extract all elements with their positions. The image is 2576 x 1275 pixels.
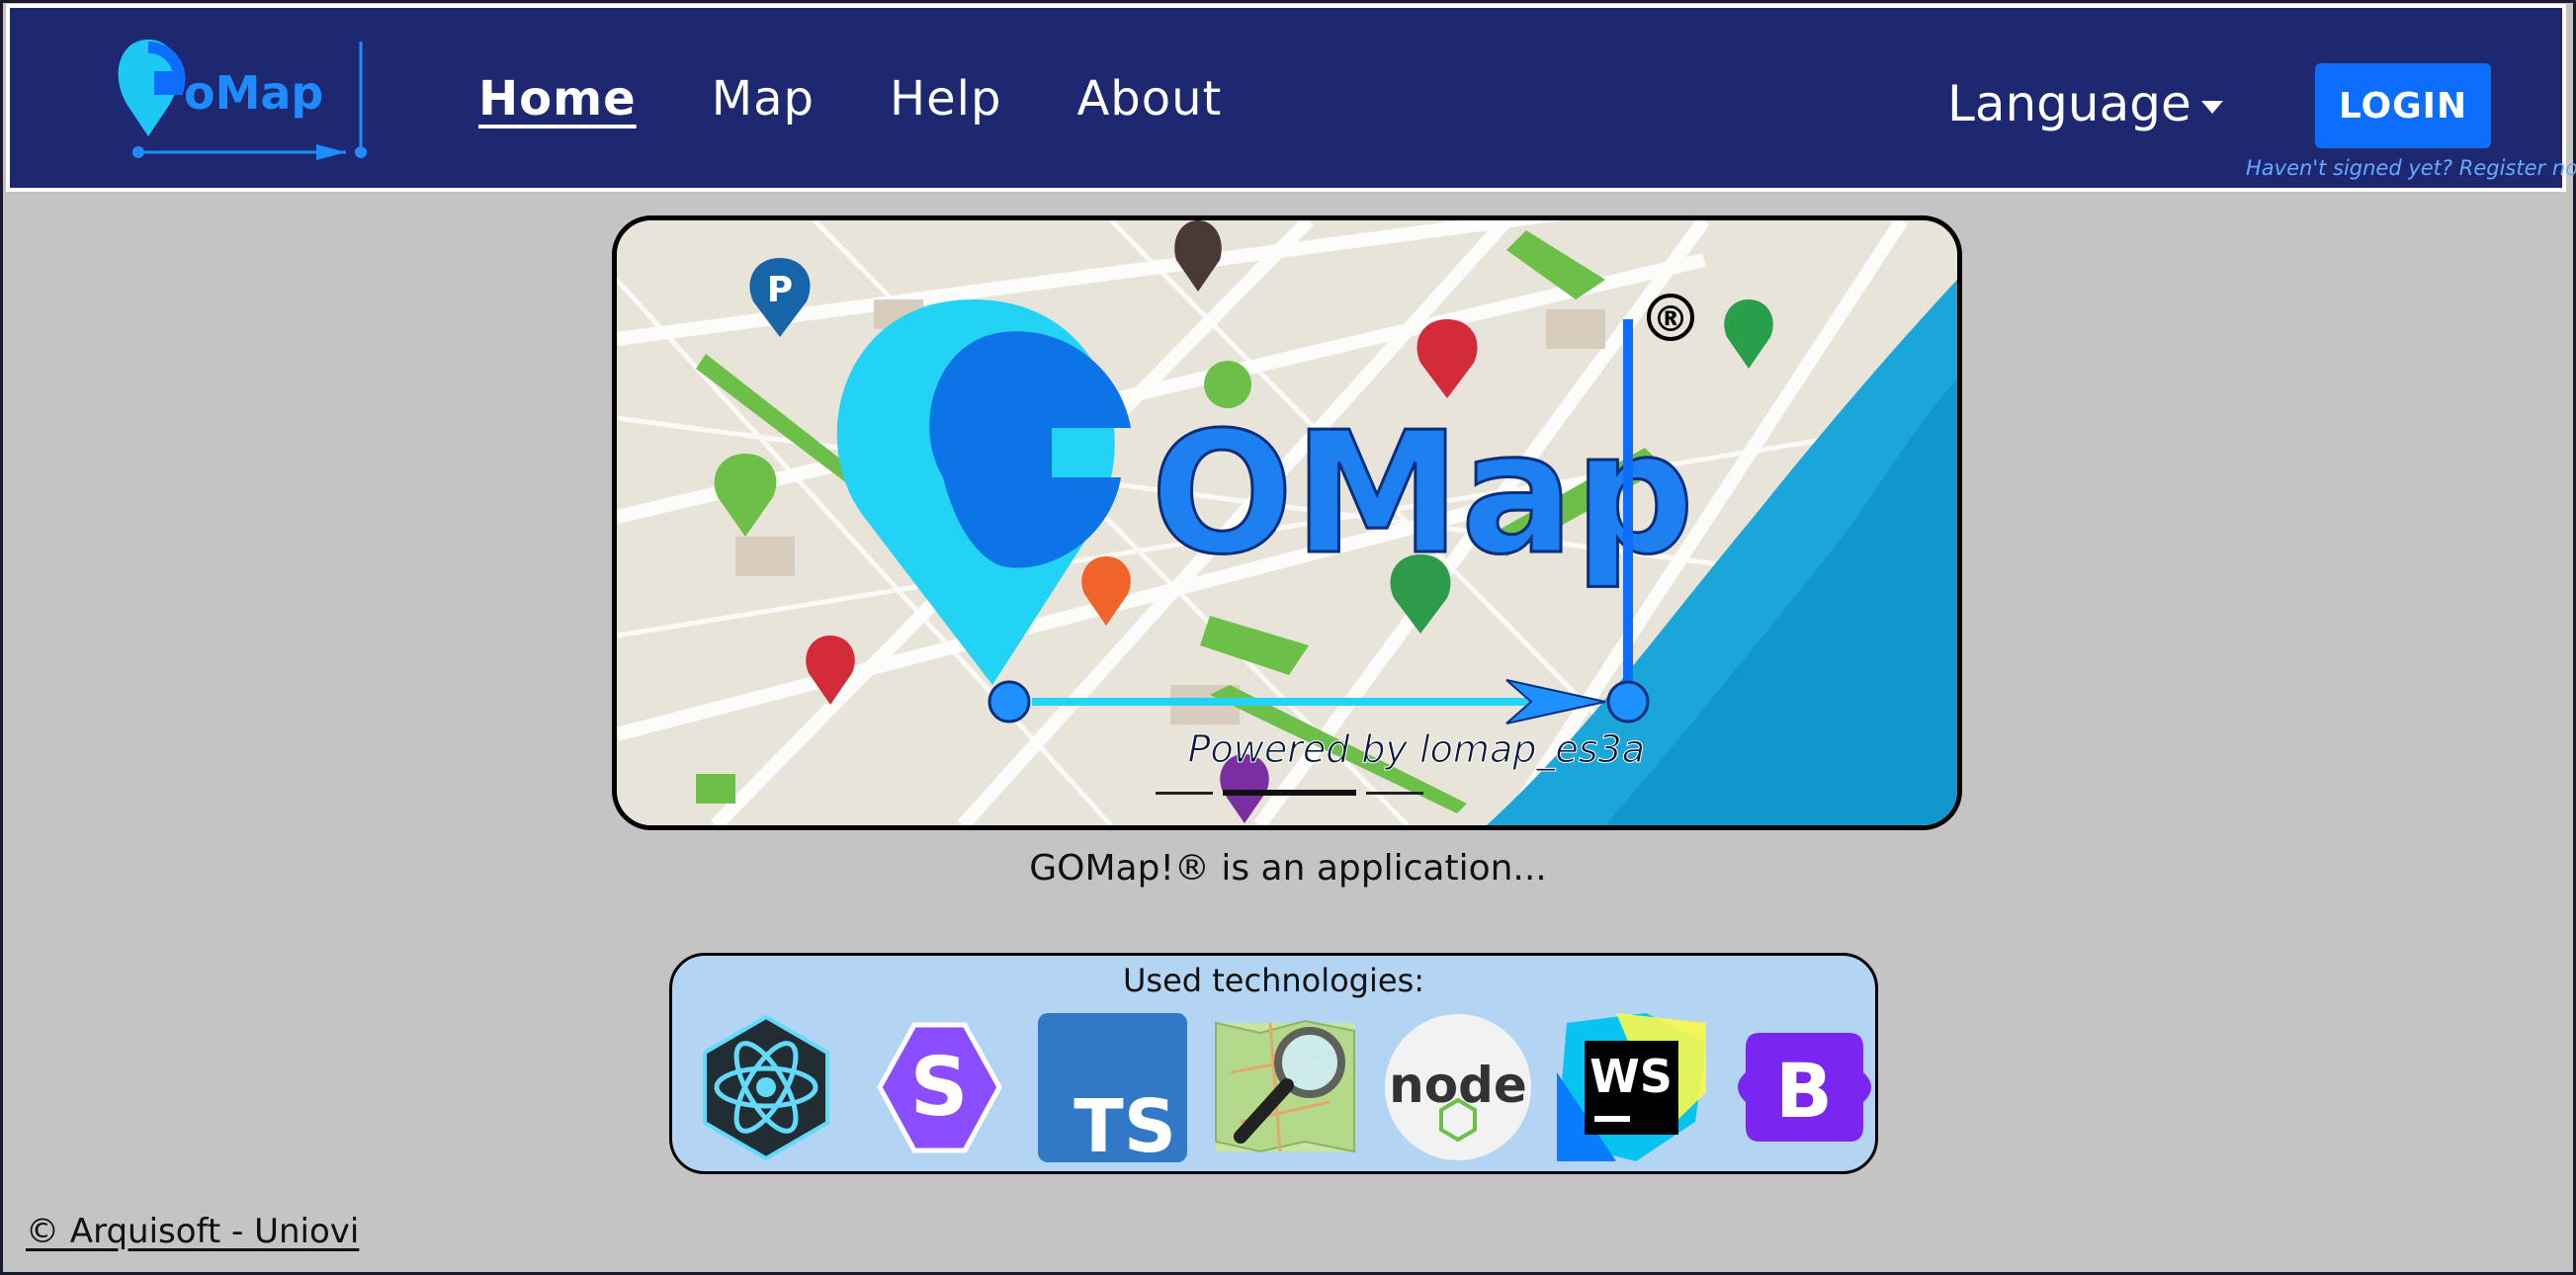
svg-text:®: ® [1653, 299, 1688, 340]
nav-about-link[interactable]: About [1076, 71, 1222, 127]
technologies-title: Used technologies: [1122, 962, 1425, 999]
svg-text:S: S [909, 1041, 968, 1135]
solid-icon: S [877, 1022, 1002, 1153]
svg-text:TS: TS [1073, 1084, 1176, 1162]
nav-map-link[interactable]: Map [712, 71, 815, 127]
svg-text:oMap: oMap [184, 66, 323, 120]
technologies-list: S TS node WS B [692, 1013, 1879, 1162]
svg-text:OMap: OMap [1151, 396, 1694, 592]
language-dropdown[interactable]: Language [1947, 75, 2223, 132]
footer-copyright[interactable]: © Arquisoft - Uniovi [26, 1212, 359, 1251]
webstorm-icon: WS [1557, 1013, 1706, 1161]
carousel-indicator-active[interactable] [1223, 790, 1356, 796]
react-icon [703, 1014, 829, 1161]
app-description: GOMap!® is an application... [1029, 848, 1547, 889]
svg-text:P: P [767, 270, 793, 310]
nav-home-link[interactable]: Home [478, 71, 637, 127]
bootstrap-icon: B [1738, 1033, 1871, 1142]
language-label: Language [1947, 75, 2191, 132]
carousel-indicator[interactable] [1366, 792, 1423, 795]
svg-text:node: node [1389, 1057, 1527, 1114]
register-link[interactable]: Haven't signed yet? Register now! [2246, 156, 2576, 180]
caret-down-icon [2200, 100, 2223, 114]
nav-help-link[interactable]: Help [890, 71, 1001, 127]
svg-text:B: B [1775, 1047, 1833, 1135]
openstreetmap-icon [1215, 1019, 1355, 1153]
top-navbar: oMap Home Map Help About Language LOGIN … [6, 4, 2576, 192]
technologies-panel: Used technologies: S TS node WS B [669, 953, 1878, 1174]
svg-text:Powered by lomap_es3a: Powered by lomap_es3a [1188, 727, 1645, 771]
svg-text:WS: WS [1589, 1050, 1673, 1103]
carousel-slide-image: P OMap ® Powered by lomap_es3a [617, 220, 1957, 825]
login-button[interactable]: LOGIN [2315, 63, 2491, 148]
hero-carousel[interactable]: P OMap ® Powered by lomap_es3a [612, 215, 1962, 830]
carousel-indicator[interactable] [1156, 792, 1213, 795]
main-nav: Home Map Help About [478, 71, 1222, 127]
gomap-logo[interactable]: oMap [109, 38, 386, 186]
typescript-icon: TS [1038, 1013, 1187, 1162]
nodejs-icon: node [1385, 1014, 1531, 1160]
